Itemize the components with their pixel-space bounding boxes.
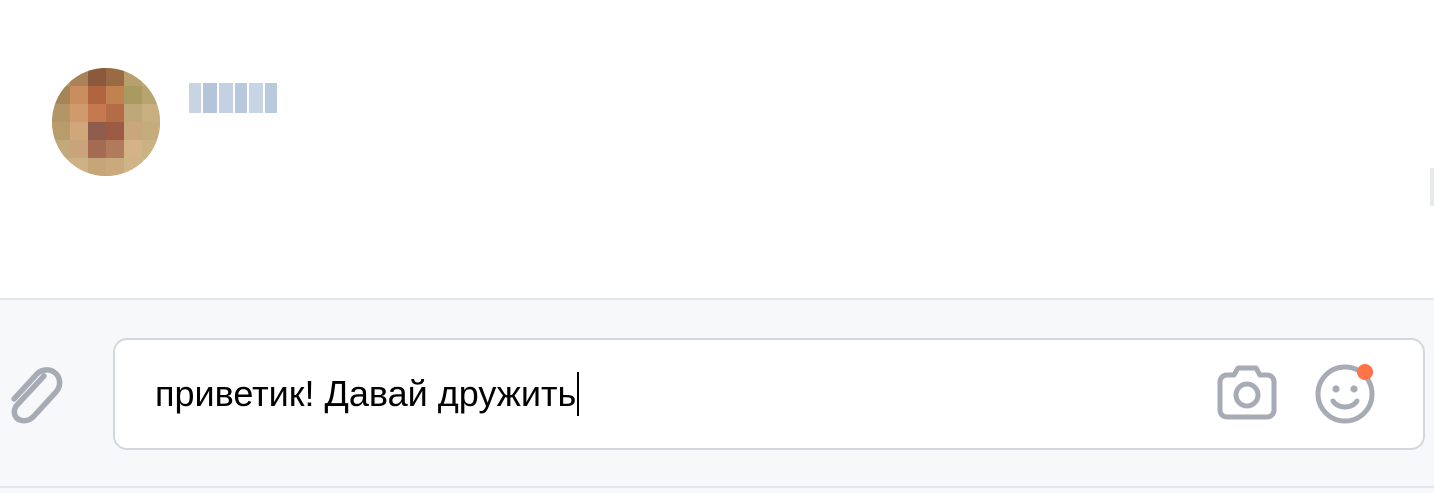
camera-icon (1214, 364, 1280, 425)
attach-button[interactable] (0, 358, 68, 430)
sender-name-redacted[interactable] (189, 83, 277, 113)
text-caret (577, 372, 580, 416)
camera-button[interactable] (1213, 364, 1281, 424)
scrollbar-edge (1430, 168, 1434, 206)
message-input-field[interactable]: приветик! Давай дружить (155, 372, 580, 416)
message-input-value: приветик! Давай дружить (155, 373, 577, 414)
paperclip-icon (2, 358, 66, 431)
notification-dot (1357, 364, 1373, 380)
message-history (0, 0, 1434, 298)
message-input[interactable]: приветик! Давай дружить (113, 338, 1425, 450)
composer-divider (0, 486, 1434, 488)
avatar-pixelated-image (52, 68, 160, 176)
avatar[interactable] (52, 68, 160, 176)
emoji-button[interactable] (1311, 360, 1379, 428)
chat-window: приветик! Давай дружить (0, 0, 1434, 493)
